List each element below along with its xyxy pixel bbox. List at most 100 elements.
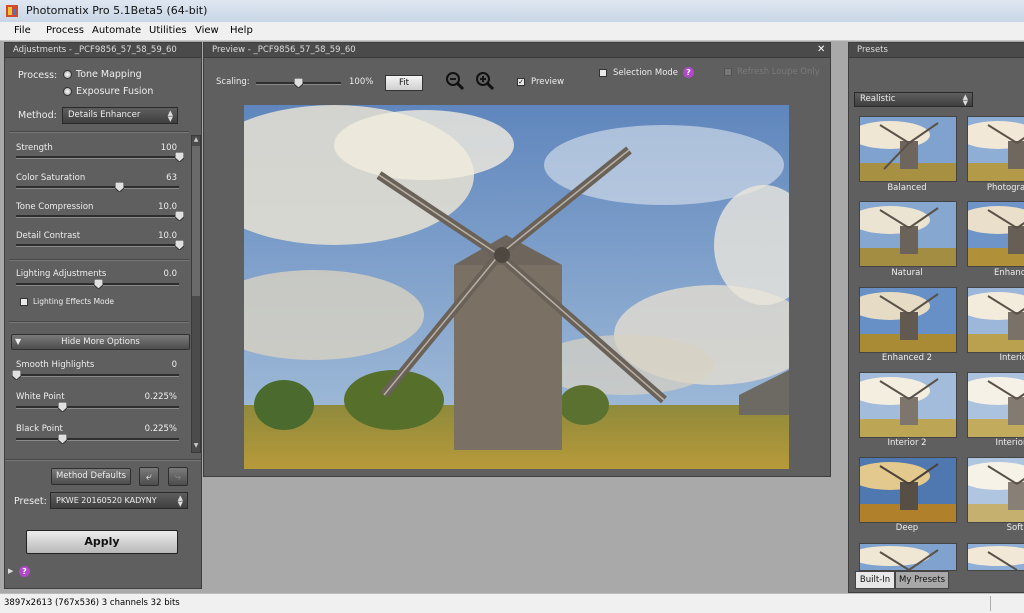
preview-checkbox[interactable]: ✓ <box>517 78 525 86</box>
smooth-highlights-label: Smooth Highlights <box>16 360 95 370</box>
selection-mode-label: Selection Mode <box>613 68 679 78</box>
preset-thumbnail-image <box>968 288 1024 352</box>
adjustments-scrollbar[interactable]: ▲ ▼ <box>191 135 201 453</box>
white-point-slider[interactable] <box>16 406 179 409</box>
preset-select[interactable]: PKWE 20160520 KADYNY ▲ ▼ <box>50 492 188 509</box>
preset-thumb-interior-3[interactable] <box>967 372 1024 438</box>
tone-compression-slider[interactable] <box>16 215 179 218</box>
scaling-value: 100% <box>349 77 374 87</box>
preset-thumb-interior[interactable] <box>967 287 1024 353</box>
menu-utilities[interactable]: Utilities <box>149 25 187 36</box>
color-saturation-slider-thumb[interactable] <box>114 182 124 192</box>
menu-view[interactable]: View <box>195 25 219 36</box>
strength-slider-thumb[interactable] <box>175 152 184 162</box>
smooth-highlights-value: 0 <box>171 360 177 370</box>
presets-title: Presets <box>857 45 888 55</box>
black-point-slider[interactable] <box>16 438 179 441</box>
scaling-label: Scaling: <box>216 77 250 87</box>
refresh-loupe-checkbox[interactable] <box>724 68 732 76</box>
selection-help-icon[interactable]: ? <box>683 67 694 78</box>
preview-header: Preview - _PCF9856_57_58_59_60 <box>204 43 830 58</box>
white-point-slider-thumb[interactable] <box>57 402 67 412</box>
detail-contrast-slider-thumb[interactable] <box>175 240 184 250</box>
fit-button[interactable]: Fit <box>385 75 423 91</box>
preset-category-select[interactable]: Realistic ▲ ▼ <box>854 92 973 107</box>
tone-compression-slider-thumb[interactable] <box>175 211 184 221</box>
lighting-adjustments-value: 0.0 <box>163 269 177 279</box>
method-label: Method: <box>18 110 57 121</box>
lighting-effects-checkbox[interactable] <box>20 298 28 306</box>
menu-automate[interactable]: Automate <box>92 25 141 36</box>
preset-thumb-soft[interactable] <box>967 457 1024 523</box>
preset-label-interior-2: Interior 2 <box>887 438 927 448</box>
preset-label-interior: Interior <box>999 353 1024 363</box>
method-defaults-label: Method Defaults <box>55 471 127 481</box>
apply-button[interactable]: Apply <box>26 530 178 554</box>
menu-file[interactable]: File <box>14 25 31 36</box>
divider <box>9 131 189 133</box>
preset-thumb-photographic[interactable] <box>967 116 1024 182</box>
scroll-thumb[interactable] <box>192 146 200 296</box>
preset-thumb-natural[interactable] <box>859 201 957 267</box>
selection-mode-checkbox[interactable] <box>599 69 607 77</box>
method-defaults-button[interactable]: Method Defaults <box>51 468 131 485</box>
preset-thumbnail-image <box>968 458 1024 522</box>
process-label: Process: <box>18 70 58 81</box>
presets-header: Presets <box>849 43 1024 58</box>
exposure-fusion-radio[interactable] <box>63 87 72 96</box>
preset-thumbnail-image <box>968 202 1024 266</box>
white-point-label: White Point <box>16 392 65 402</box>
zoom-in-icon[interactable] <box>474 70 496 92</box>
preset-thumbnail-image <box>968 544 1024 570</box>
tone-mapping-radio[interactable] <box>63 70 72 79</box>
detail-contrast-slider[interactable] <box>16 244 179 247</box>
close-preview-icon[interactable]: ✕ <box>817 44 825 55</box>
menu-process[interactable]: Process <box>46 25 84 36</box>
preview-title: Preview - _PCF9856_57_58_59_60 <box>212 45 356 55</box>
preset-category-value: Realistic <box>860 94 896 104</box>
status-divider <box>990 596 991 611</box>
lighting-effects-label: Lighting Effects Mode <box>33 297 115 306</box>
smooth-highlights-slider-thumb[interactable] <box>12 370 21 380</box>
redo-icon: ⤷ <box>174 470 182 483</box>
strength-slider[interactable] <box>16 156 179 159</box>
help-icon[interactable]: ? <box>19 566 30 577</box>
strength-value: 100 <box>160 143 177 153</box>
preset-label-photographic: Photographic <box>986 183 1024 193</box>
undo-button[interactable]: ⤶ <box>139 467 159 486</box>
select-arrows-icon: ▲ ▼ <box>167 109 173 123</box>
redo-button[interactable]: ⤷ <box>168 467 188 486</box>
hide-more-options-label: Hide More Options <box>61 337 140 347</box>
title-bar: Photomatix Pro 5.1Beta5 (64-bit) <box>0 0 1024 22</box>
preview-panel: Preview - _PCF9856_57_58_59_60 ✕ Scaling… <box>203 42 831 477</box>
preset-thumb-partial[interactable] <box>967 543 1024 571</box>
select-arrows-icon: ▲ ▼ <box>177 494 183 508</box>
smooth-highlights-slider[interactable] <box>16 374 179 377</box>
windmill-preview-image[interactable] <box>244 105 789 469</box>
black-point-slider-thumb[interactable] <box>57 434 67 444</box>
triangle-down-icon: ▼ <box>15 337 22 346</box>
scroll-down-icon[interactable]: ▼ <box>192 442 200 450</box>
zoom-out-icon[interactable] <box>444 70 466 92</box>
preset-thumb-balanced[interactable] <box>859 116 957 182</box>
preset-thumbnail-image <box>968 117 1024 181</box>
tab-my-presets[interactable]: My Presets <box>895 571 949 589</box>
preset-thumb-partial[interactable] <box>859 543 957 571</box>
scroll-up-icon[interactable]: ▲ <box>192 136 200 144</box>
expand-triangle-icon[interactable]: ▶ <box>8 567 13 575</box>
method-select[interactable]: Details Enhancer ▲ ▼ <box>62 107 178 124</box>
tone-mapping-label: Tone Mapping <box>76 69 142 80</box>
lighting-adjustments-slider-thumb[interactable] <box>93 279 103 289</box>
color-saturation-slider[interactable] <box>16 186 179 189</box>
scaling-slider-thumb[interactable] <box>294 78 303 88</box>
hide-more-options-button[interactable]: ▼ Hide More Options <box>11 334 190 350</box>
tone-compression-value: 10.0 <box>158 202 177 212</box>
preset-thumb-enhanced[interactable] <box>967 201 1024 267</box>
preset-thumb-interior-2[interactable] <box>859 372 957 438</box>
menu-help[interactable]: Help <box>230 25 253 36</box>
tab-built-in[interactable]: Built-In <box>855 571 895 589</box>
black-point-value: 0.225% <box>144 424 177 434</box>
preset-thumb-enhanced-2[interactable] <box>859 287 957 353</box>
preset-thumb-deep[interactable] <box>859 457 957 523</box>
undo-icon: ⤶ <box>145 470 153 483</box>
